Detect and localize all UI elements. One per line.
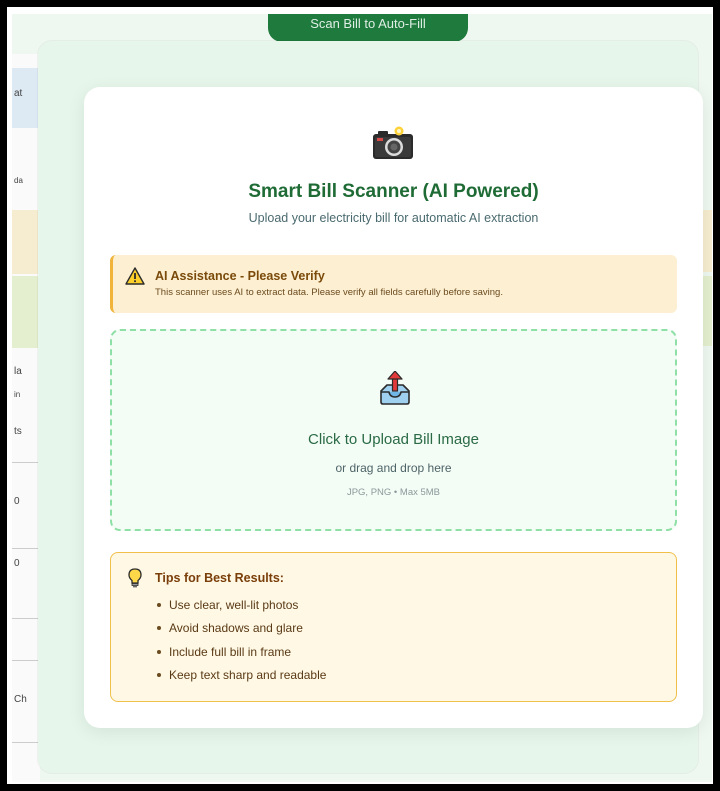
background-text: Ch: [14, 694, 27, 705]
background-text: ts: [14, 426, 22, 437]
warning-icon: [125, 267, 145, 285]
upload-dropzone[interactable]: Click to Upload Bill Image or drag and d…: [110, 329, 677, 531]
ai-verify-alert: AI Assistance - Please Verify This scann…: [110, 255, 677, 313]
upload-formats: JPG, PNG • Max 5MB: [346, 487, 441, 498]
background-text: 0: [14, 558, 20, 569]
background-divider: [12, 742, 40, 743]
background-divider: [12, 618, 40, 619]
tip-item: Use clear, well-lit photos: [155, 597, 326, 620]
background-text: da: [14, 176, 23, 185]
scan-bill-background-button: Scan Bill to Auto-Fill: [268, 14, 468, 42]
bill-scanner-card: Smart Bill Scanner (AI Powered) Upload y…: [84, 87, 703, 728]
background-band: [12, 210, 40, 274]
tip-item: Avoid shadows and glare: [155, 620, 326, 643]
tips-list: Use clear, well-lit photos Avoid shadows…: [155, 597, 326, 690]
lightbulb-icon: [128, 568, 142, 588]
background-text: la: [14, 366, 22, 377]
background-band: [12, 276, 40, 348]
tip-item: Include full bill in frame: [155, 644, 326, 667]
background-divider: [12, 548, 40, 549]
tips-title: Tips for Best Results:: [155, 571, 284, 585]
upload-title: Click to Upload Bill Image: [308, 431, 479, 448]
camera-icon: [373, 126, 413, 159]
background-divider: [12, 462, 40, 463]
upload-tray-icon: [380, 371, 410, 405]
background-text: in: [14, 390, 21, 399]
background-app-column: at da la in ts 0 0 Ch: [12, 54, 40, 782]
alert-title: AI Assistance - Please Verify: [155, 269, 325, 283]
background-text: at: [14, 88, 23, 99]
background-text: 0: [14, 496, 20, 507]
modal-overlay: Smart Bill Scanner (AI Powered) Upload y…: [38, 41, 703, 773]
modal-title: Smart Bill Scanner (AI Powered): [248, 181, 539, 202]
upload-subtitle: or drag and drop here: [335, 461, 452, 475]
modal-subtitle: Upload your electricity bill for automat…: [248, 211, 539, 225]
tip-item: Keep text sharp and readable: [155, 667, 326, 690]
tips-box: Tips for Best Results: Use clear, well-l…: [110, 552, 677, 702]
background-divider: [12, 660, 40, 661]
alert-text: This scanner uses AI to extract data. Pl…: [155, 287, 503, 298]
app-screen: Scan Bill to Auto-Fill at da la in ts 0 …: [12, 14, 712, 782]
